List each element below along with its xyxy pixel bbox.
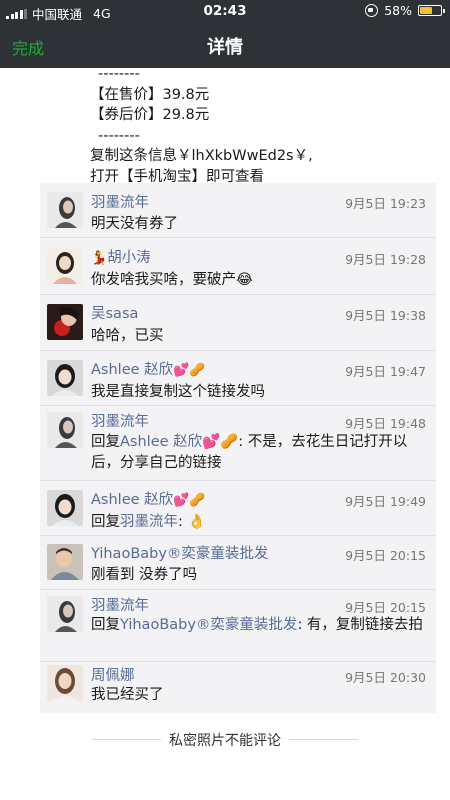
comment-item[interactable]: 羽墨流年 9月5日 20:15 回复YihaoBaby®奕豪童装批发: 有，复制… — [40, 589, 436, 661]
heart-peanut-emoji-icon: 💕🥜 — [173, 493, 206, 508]
status-bar: 中国联通 4G 02:43 58% — [0, 0, 450, 22]
commenter-name[interactable]: 💃胡小涛 — [91, 246, 151, 267]
reply-mention[interactable]: 羽墨流年 — [120, 514, 178, 530]
commenter-name[interactable]: Ashlee 赵欣💕🥜 — [91, 488, 206, 509]
comment-text: 我已经买了 — [91, 687, 164, 703]
commenter-name[interactable]: Ashlee 赵欣💕🥜 — [91, 358, 206, 379]
comment-time: 9月5日 19:49 — [345, 494, 426, 509]
avatar[interactable] — [47, 192, 83, 228]
comment-time: 9月5日 20:30 — [345, 670, 426, 685]
comment-item[interactable]: Ashlee 赵欣💕🥜 9月5日 19:47 我是直接复制这个链接发吗 — [40, 350, 436, 405]
comment-time: 9月5日 19:48 — [345, 416, 426, 431]
battery-percent: 58% — [384, 3, 412, 18]
comment-text: 回复YihaoBaby®奕豪童装批发: 有，复制链接去拍 — [91, 617, 423, 633]
commenter-name[interactable]: 羽墨流年 — [91, 410, 149, 431]
comment-item[interactable]: Ashlee 赵欣💕🥜 9月5日 19:49 回复羽墨流年: 👌 — [40, 480, 436, 535]
post-line: 【券后价】29.8元 — [90, 107, 210, 123]
comment-text: 明天没有券了 — [91, 216, 178, 232]
comment-item[interactable]: 周佩娜 9月5日 20:30 我已经买了 — [40, 661, 436, 713]
commenter-name[interactable]: 羽墨流年 — [91, 191, 149, 212]
comment-text: 你发啥我买啥，要破产😂 — [91, 272, 253, 288]
comment-text: 回复羽墨流年: 👌 — [91, 514, 206, 530]
comment-item[interactable]: YihaoBaby®奕豪童装批发 9月5日 20:15 刚看到 没券了吗 — [40, 535, 436, 589]
comment-item[interactable]: 羽墨流年 9月5日 19:23 明天没有券了 — [40, 183, 436, 237]
comment-time: 9月5日 19:47 — [345, 364, 426, 379]
post-line: -------- — [98, 127, 140, 144]
comment-text: 我是直接复制这个链接发吗 — [91, 384, 265, 400]
comment-time: 9月5日 19:38 — [345, 308, 426, 323]
commenter-name[interactable]: 周佩娜 — [91, 664, 135, 685]
comment-text: 刚看到 没券了吗 — [91, 567, 198, 583]
avatar[interactable] — [47, 248, 83, 284]
comment-time: 9月5日 19:23 — [345, 196, 426, 211]
reply-mention[interactable]: Ashlee 赵欣💕🥜 — [120, 434, 238, 450]
dancer-emoji-icon: 💃 — [91, 251, 108, 266]
comment-text: 哈哈，已买 — [91, 328, 164, 344]
avatar[interactable] — [47, 596, 83, 632]
comment-item[interactable]: 💃胡小涛 9月5日 19:28 你发啥我买啥，要破产😂 — [40, 237, 436, 294]
private-photo-note: 私密照片不能评论 — [0, 730, 450, 750]
post-line: 【在售价】39.8元 — [90, 86, 210, 103]
avatar[interactable] — [47, 412, 83, 448]
comment-time: 9月5日 20:15 — [345, 548, 426, 563]
battery-icon — [418, 5, 445, 16]
avatar[interactable] — [47, 490, 83, 526]
avatar[interactable] — [47, 360, 83, 396]
comment-time: 9月5日 20:15 — [345, 600, 426, 615]
heart-peanut-emoji-icon: 💕🥜 — [173, 363, 206, 378]
comment-item[interactable]: 吴sasa 9月5日 19:38 哈哈，已买 — [40, 294, 436, 350]
commenter-name[interactable]: 吴sasa — [91, 302, 138, 323]
avatar[interactable] — [47, 665, 83, 701]
comment-text: 回复Ashlee 赵欣💕🥜: 不是，去花生日记打开以后，分享自己的链接 — [91, 434, 408, 471]
rotation-lock-icon — [365, 4, 379, 17]
commenter-name[interactable]: YihaoBaby®奕豪童装批发 — [91, 542, 268, 563]
reply-mention[interactable]: YihaoBaby®奕豪童装批发 — [120, 617, 297, 633]
comment-list: 羽墨流年 9月5日 19:23 明天没有券了 💃胡小涛 9月5日 19:28 你… — [40, 183, 436, 713]
post-line: -------- — [98, 66, 140, 82]
comment-item[interactable]: 羽墨流年 9月5日 19:48 回复Ashlee 赵欣💕🥜: 不是，去花生日记打… — [40, 405, 436, 480]
avatar[interactable] — [47, 304, 83, 340]
page-title: 详情 — [207, 37, 243, 58]
nav-bar: 完成 详情 — [0, 22, 450, 68]
comment-time: 9月5日 19:28 — [345, 252, 426, 267]
avatar[interactable] — [47, 544, 83, 580]
post-text: -------- 【在售价】39.8元 【券后价】29.8元 -------- … — [90, 64, 430, 187]
commenter-name[interactable]: 羽墨流年 — [91, 594, 149, 615]
post-line: 复制这条信息￥lhXkbWwEd2s￥, — [90, 148, 313, 164]
